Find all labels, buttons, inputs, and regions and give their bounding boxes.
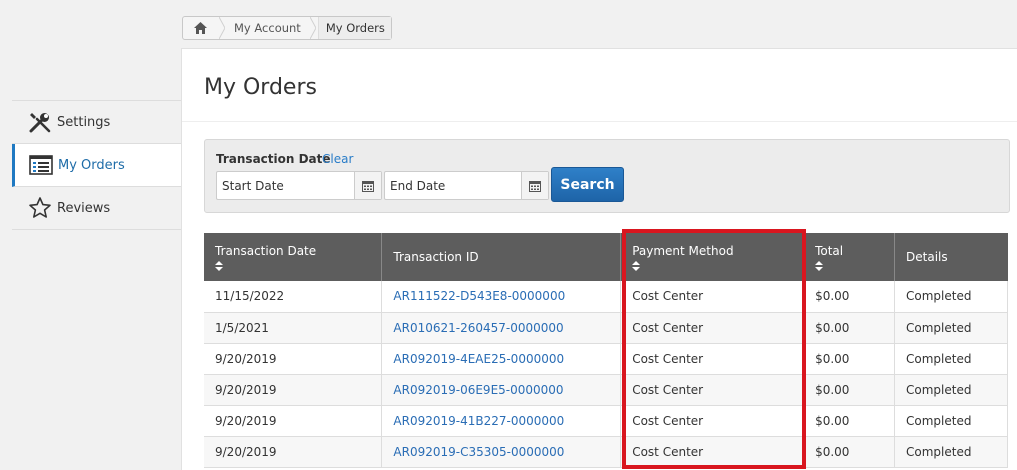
wrench-screwdriver-icon [27,109,53,135]
sidebar-item-my-orders[interactable]: My Orders [12,144,181,187]
total-cell: $0.00 [803,405,896,437]
total-cell: $0.00 [803,312,896,344]
transaction-date-cell: 9/20/2019 [204,405,383,437]
payment-method-cell: Cost Center [620,343,805,375]
sidebar-item-label: Settings [57,114,111,130]
column-label: Details [906,250,948,264]
home-icon[interactable] [183,17,217,39]
transaction-id-link[interactable]: AR092019-41B227-0000000 [393,414,564,428]
total-cell: $0.00 [803,374,896,406]
end-date-input[interactable]: End Date [384,171,549,200]
transaction-id-cell: AR092019-06E9E5-0000000 [381,374,622,406]
sidebar: Settings My Orders Reviews [12,100,181,230]
transaction-id-link[interactable]: AR092019-C35305-0000000 [393,445,564,459]
transaction-id-cell: AR111522-D543E8-0000000 [381,281,622,313]
details-cell: Completed [894,405,1008,437]
chevron-right-icon [308,17,318,39]
transaction-id-link[interactable]: AR092019-06E9E5-0000000 [393,383,563,397]
payment-method-cell: Cost Center [620,312,805,344]
details-cell: Completed [894,312,1008,344]
start-date-input[interactable]: Start Date [216,171,382,200]
start-date-placeholder: Start Date [222,178,284,193]
payment-method-cell: Cost Center [620,374,805,406]
page-title: My Orders [204,75,317,100]
details-cell: Completed [894,436,1008,468]
divider [182,121,1017,122]
column-header-total[interactable]: Total [803,233,896,281]
main-panel: My Orders Transaction Date Clear Start D… [181,48,1017,470]
transaction-date-cell: 9/20/2019 [204,343,383,375]
table-row: 1/5/2021 AR010621-260457-0000000 Cost Ce… [204,312,1008,344]
column-header-transaction-id: Transaction ID [381,233,622,281]
column-header-transaction-date[interactable]: Transaction Date [204,233,383,281]
sort-icon[interactable] [815,260,824,271]
total-cell: $0.00 [803,281,896,313]
column-label: Total [815,243,844,258]
table-header-row: Transaction Date Transaction ID Payment … [204,233,1008,281]
transaction-id-cell: AR092019-41B227-0000000 [381,405,622,437]
chevron-right-icon [217,17,227,39]
date-filter: Transaction Date Clear Start Date End Da… [204,139,1010,213]
calendar-icon[interactable] [354,172,381,199]
breadcrumb: My Account My Orders [182,16,392,40]
transaction-date-cell: 9/20/2019 [204,374,383,406]
breadcrumb-my-orders: My Orders [317,17,391,39]
transaction-id-link[interactable]: AR010621-260457-0000000 [393,321,563,335]
breadcrumb-my-account[interactable]: My Account [227,17,308,39]
table-row: 9/20/2019 AR092019-C35305-0000000 Cost C… [204,436,1008,468]
table-row: 9/20/2019 AR092019-06E9E5-0000000 Cost C… [204,374,1008,406]
payment-method-cell: Cost Center [620,281,805,313]
list-icon [28,152,54,178]
details-cell: Completed [894,343,1008,375]
orders-table: Transaction Date Transaction ID Payment … [204,233,1008,468]
details-cell: Completed [894,281,1008,313]
transaction-date-cell: 11/15/2022 [204,281,383,313]
end-date-placeholder: End Date [390,178,446,193]
table-row: 9/20/2019 AR092019-4EAE25-0000000 Cost C… [204,343,1008,375]
star-icon [27,195,53,221]
table-row: 9/20/2019 AR092019-41B227-0000000 Cost C… [204,405,1008,437]
transaction-date-cell: 9/20/2019 [204,436,383,468]
payment-method-cell: Cost Center [620,405,805,437]
transaction-id-cell: AR010621-260457-0000000 [381,312,622,344]
total-cell: $0.00 [803,343,896,375]
sidebar-item-reviews[interactable]: Reviews [12,187,181,230]
column-label: Transaction ID [393,250,479,264]
table-row: 11/15/2022 AR111522-D543E8-0000000 Cost … [204,281,1008,313]
calendar-icon[interactable] [521,172,548,199]
transaction-id-cell: AR092019-C35305-0000000 [381,436,622,468]
sidebar-item-label: Reviews [57,200,111,216]
column-header-payment-method[interactable]: Payment Method [620,233,805,281]
clear-link[interactable]: Clear [322,152,353,166]
filter-label: Transaction Date [216,152,331,166]
transaction-id-cell: AR092019-4EAE25-0000000 [381,343,622,375]
search-button[interactable]: Search [551,167,624,202]
column-label: Payment Method [632,243,734,258]
transaction-id-link[interactable]: AR111522-D543E8-0000000 [393,289,565,303]
column-label: Transaction Date [215,243,317,258]
column-header-details: Details [894,233,1008,281]
total-cell: $0.00 [803,436,896,468]
transaction-date-cell: 1/5/2021 [204,312,383,344]
sidebar-item-label: My Orders [58,157,125,173]
payment-method-cell: Cost Center [620,436,805,468]
transaction-id-link[interactable]: AR092019-4EAE25-0000000 [393,352,564,366]
sort-icon[interactable] [632,260,641,271]
sort-icon[interactable] [215,260,223,271]
sidebar-item-settings[interactable]: Settings [12,101,181,144]
details-cell: Completed [894,374,1008,406]
